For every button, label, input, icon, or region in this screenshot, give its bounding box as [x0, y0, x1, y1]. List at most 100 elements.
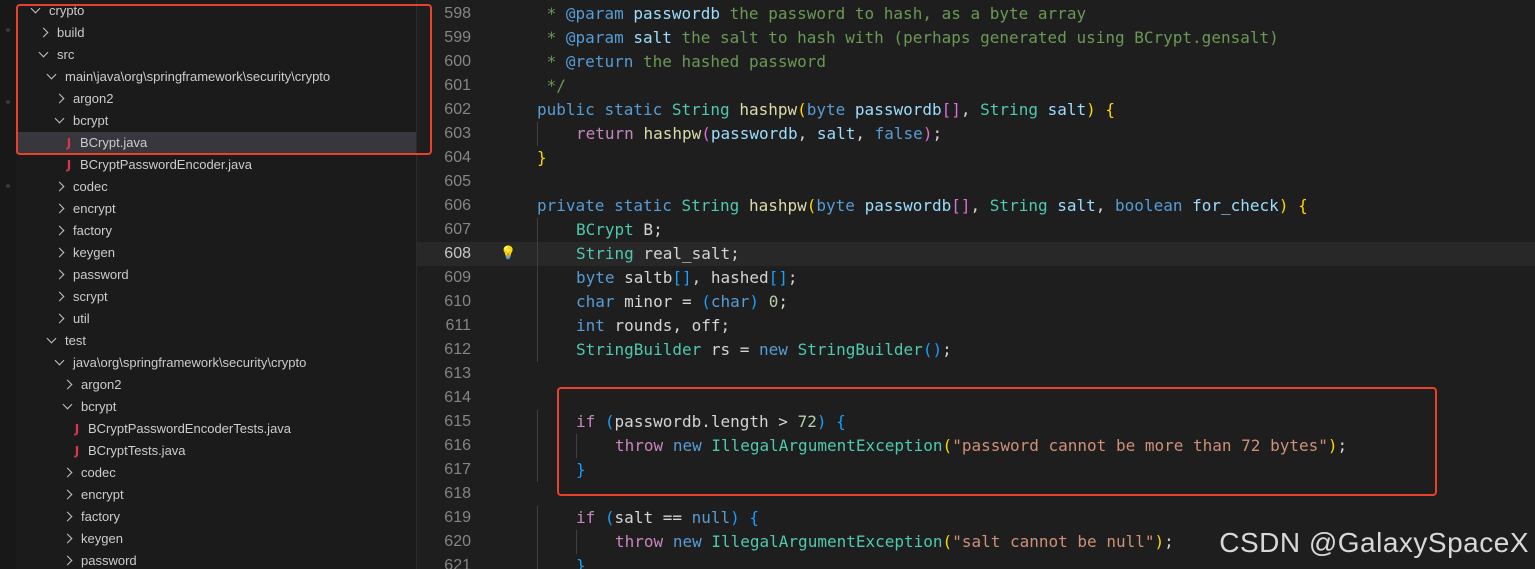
code-line[interactable]: 607 BCrypt B;: [417, 218, 1535, 242]
explorer-folder-item[interactable]: util: [16, 308, 416, 330]
code-line[interactable]: 614: [417, 386, 1535, 410]
line-number[interactable]: 617: [417, 458, 471, 482]
chevron-down-icon[interactable]: [30, 3, 41, 14]
explorer-folder-item[interactable]: crypto: [16, 0, 416, 22]
line-number[interactable]: 612: [417, 338, 471, 362]
code-token: {: [1298, 196, 1308, 215]
line-number[interactable]: 599: [417, 26, 471, 50]
line-number[interactable]: 598: [417, 2, 471, 26]
code-line[interactable]: 605: [417, 170, 1535, 194]
explorer-folder-item[interactable]: factory: [16, 220, 416, 242]
code-line[interactable]: 617}: [417, 458, 1535, 482]
explorer-folder-item[interactable]: encrypt: [16, 484, 416, 506]
line-number[interactable]: 607: [417, 218, 471, 242]
chevron-right-icon[interactable]: [38, 27, 49, 38]
code-line[interactable]: 601 */: [417, 74, 1535, 98]
line-number[interactable]: 610: [417, 290, 471, 314]
explorer-folder-item[interactable]: test: [16, 330, 416, 352]
line-number[interactable]: 619: [417, 506, 471, 530]
explorer-folder-item[interactable]: codec: [16, 176, 416, 198]
chevron-down-icon[interactable]: [62, 399, 73, 410]
chevron-right-icon[interactable]: [62, 555, 73, 566]
chevron-down-icon[interactable]: [46, 333, 57, 344]
line-number[interactable]: 615: [417, 410, 471, 434]
line-number[interactable]: 618: [417, 482, 471, 506]
explorer-folder-item[interactable]: encrypt: [16, 198, 416, 220]
chevron-right-icon[interactable]: [62, 489, 73, 500]
explorer-file-item[interactable]: J BCrypt.java: [16, 132, 416, 154]
chevron-right-icon[interactable]: [54, 269, 65, 280]
code-line[interactable]: 616 throw new IllegalArgumentException("p…: [417, 434, 1535, 458]
explorer-folder-item[interactable]: main\java\org\springframework\security\c…: [16, 66, 416, 88]
chevron-right-icon[interactable]: [62, 379, 73, 390]
code-editor[interactable]: 598 * @param passwordb the password to h…: [417, 0, 1535, 569]
explorer-folder-item[interactable]: keygen: [16, 242, 416, 264]
code-line[interactable]: 603 return hashpw(passwordb, salt, false)…: [417, 122, 1535, 146]
code-line[interactable]: 608 💡 String real_salt;: [417, 242, 1535, 266]
line-number[interactable]: 613: [417, 362, 471, 386]
code-line[interactable]: 618: [417, 482, 1535, 506]
explorer-folder-item[interactable]: keygen: [16, 528, 416, 550]
explorer-folder-item[interactable]: bcrypt: [16, 110, 416, 132]
line-number[interactable]: 601: [417, 74, 471, 98]
line-number[interactable]: 614: [417, 386, 471, 410]
explorer-folder-item[interactable]: argon2: [16, 374, 416, 396]
code-line[interactable]: 609 byte saltb[], hashed[];: [417, 266, 1535, 290]
line-number[interactable]: 605: [417, 170, 471, 194]
code-line[interactable]: 611 int rounds, off;: [417, 314, 1535, 338]
code-line[interactable]: 612 StringBuilder rs = new StringBuilder(…: [417, 338, 1535, 362]
explorer-folder-item[interactable]: scrypt: [16, 286, 416, 308]
chevron-right-icon[interactable]: [54, 313, 65, 324]
code-line[interactable]: 606 private static String hashpw(byte pas…: [417, 194, 1535, 218]
chevron-right-icon[interactable]: [62, 533, 73, 544]
chevron-down-icon[interactable]: [54, 113, 65, 124]
line-number[interactable]: 602: [417, 98, 471, 122]
code-line[interactable]: 613: [417, 362, 1535, 386]
line-number[interactable]: 600: [417, 50, 471, 74]
chevron-right-icon[interactable]: [54, 203, 65, 214]
chevron-down-icon[interactable]: [54, 355, 65, 366]
explorer-item-label: factory: [73, 223, 113, 238]
code-line[interactable]: 602 public static String hashpw(byte pass…: [417, 98, 1535, 122]
code-line[interactable]: 599 * @param salt the salt to hash with …: [417, 26, 1535, 50]
line-number[interactable]: 611: [417, 314, 471, 338]
lightbulb-icon[interactable]: 💡: [500, 244, 516, 264]
chevron-right-icon[interactable]: [62, 467, 73, 478]
explorer-file-item[interactable]: J BCryptPasswordEncoder.java: [16, 154, 416, 176]
explorer-folder-item[interactable]: argon2: [16, 88, 416, 110]
line-number[interactable]: 608: [417, 242, 471, 266]
code-token: String: [989, 196, 1048, 215]
code-line[interactable]: 615 if (passwordb.length > 72) {: [417, 410, 1535, 434]
explorer-file-item[interactable]: J BCryptPasswordEncoderTests.java: [16, 418, 416, 440]
chevron-right-icon[interactable]: [54, 93, 65, 104]
explorer-folder-item[interactable]: build: [16, 22, 416, 44]
explorer-folder-item[interactable]: bcrypt: [16, 396, 416, 418]
line-number[interactable]: 603: [417, 122, 471, 146]
chevron-down-icon[interactable]: [38, 47, 49, 58]
chevron-right-icon[interactable]: [54, 291, 65, 302]
explorer-folder-item[interactable]: java\org\springframework\security\crypto: [16, 352, 416, 374]
chevron-right-icon[interactable]: [54, 225, 65, 236]
explorer-folder-item[interactable]: src: [16, 44, 416, 66]
line-number[interactable]: 604: [417, 146, 471, 170]
line-number[interactable]: 620: [417, 530, 471, 554]
code-line[interactable]: 598 * @param passwordb the password to h…: [417, 2, 1535, 26]
line-number[interactable]: 609: [417, 266, 471, 290]
line-number[interactable]: 616: [417, 434, 471, 458]
code-text: throw new IllegalArgumentException("salt…: [615, 530, 1174, 554]
explorer-folder-item[interactable]: factory: [16, 506, 416, 528]
line-number[interactable]: 621: [417, 554, 471, 569]
explorer-file-item[interactable]: J BCryptTests.java: [16, 440, 416, 462]
chevron-right-icon[interactable]: [54, 247, 65, 258]
line-number[interactable]: 606: [417, 194, 471, 218]
explorer-folder-item[interactable]: codec: [16, 462, 416, 484]
code-line[interactable]: 610 char minor = (char) 0;: [417, 290, 1535, 314]
chevron-right-icon[interactable]: [54, 181, 65, 192]
code-line[interactable]: 604}: [417, 146, 1535, 170]
explorer-folder-item[interactable]: password: [16, 550, 416, 569]
code-line[interactable]: 600 * @return the hashed password: [417, 50, 1535, 74]
explorer-folder-item[interactable]: password: [16, 264, 416, 286]
chevron-down-icon[interactable]: [46, 69, 57, 80]
code-token: salt: [1047, 100, 1087, 119]
chevron-right-icon[interactable]: [62, 511, 73, 522]
